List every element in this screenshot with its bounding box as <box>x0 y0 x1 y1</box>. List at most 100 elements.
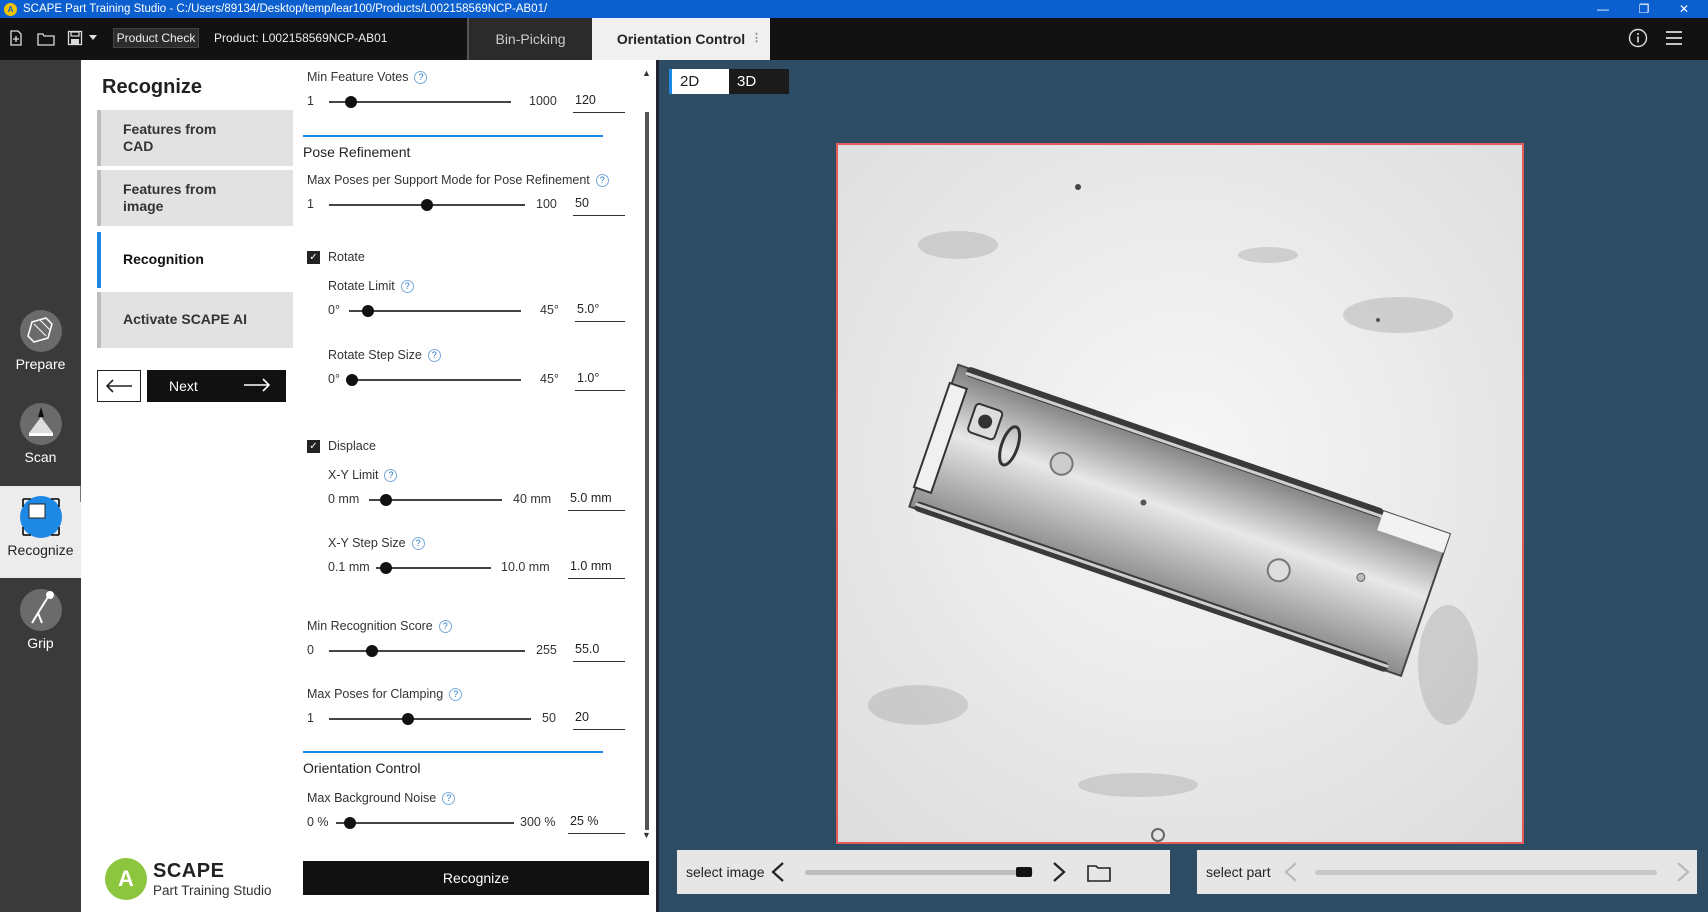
max-poses-clamping-slider[interactable] <box>329 718 531 720</box>
recognize-icon <box>19 496 62 538</box>
xy-step-label: X-Y Step Size? <box>328 536 425 551</box>
step-label: Recognition <box>123 251 204 268</box>
save-icon[interactable] <box>65 28 85 48</box>
slider-max: 255 <box>536 643 557 657</box>
displace-checkbox[interactable]: ✓ <box>307 440 320 453</box>
rail-label-grip: Grip <box>27 635 54 651</box>
slider-knob[interactable] <box>344 96 357 108</box>
next-part-icon[interactable] <box>1675 861 1691 883</box>
info-icon[interactable] <box>1628 28 1648 48</box>
rail-item-recognize[interactable]: Recognize <box>0 486 81 578</box>
step-sidebar: Recognize Features from CAD Features fro… <box>81 60 293 912</box>
app-window: A SCAPE Part Training Studio - C:/Users/… <box>0 0 1708 912</box>
help-icon[interactable]: ? <box>438 620 452 634</box>
max-poses-support-input[interactable]: 50 <box>573 190 625 216</box>
view-3d-button[interactable]: 3D <box>729 69 789 94</box>
min-recognition-score-label: Min Recognition Score? <box>307 619 452 634</box>
max-poses-clamping-input[interactable]: 20 <box>573 704 625 730</box>
slider-max: 45° <box>540 372 559 386</box>
view-2d-button[interactable]: 2D <box>669 69 729 94</box>
restore-icon[interactable]: ❐ <box>1624 0 1664 18</box>
recognize-button[interactable]: Recognize <box>303 861 649 895</box>
help-icon[interactable]: ? <box>442 792 456 806</box>
camera-image[interactable] <box>836 143 1524 844</box>
step-label: Features from CAD <box>123 120 217 155</box>
max-background-noise-slider[interactable] <box>336 822 514 824</box>
minimize-icon[interactable]: — <box>1583 0 1623 18</box>
scroll-down-icon[interactable]: ▼ <box>642 830 651 840</box>
scan-icon <box>19 403 62 445</box>
rail-label-recognize: Recognize <box>7 542 74 558</box>
rotate-checkbox[interactable]: ✓ <box>307 251 320 264</box>
section-divider <box>303 135 603 137</box>
logo-subtitle: Part Training Studio <box>153 883 272 898</box>
next-image-icon[interactable] <box>1051 861 1067 883</box>
close-icon[interactable]: ✕ <box>1664 0 1704 18</box>
rotate-limit-label: Rotate Limit? <box>328 279 414 294</box>
panel-scrollbar[interactable] <box>645 112 649 830</box>
slider-knob[interactable] <box>346 374 359 386</box>
image-slider-knob[interactable] <box>1015 867 1032 877</box>
recognition-parameters-panel: ▲ ▼ Min Feature Votes? 1 1000 120 Pose R… <box>293 60 656 912</box>
part-slider[interactable] <box>1315 870 1657 875</box>
menu-icon[interactable] <box>1664 28 1684 48</box>
rail-item-scan[interactable]: Scan <box>0 393 81 485</box>
back-button[interactable] <box>97 370 141 402</box>
slider-knob[interactable] <box>344 817 357 829</box>
new-file-icon[interactable] <box>6 28 26 48</box>
help-icon[interactable]: ? <box>427 349 441 363</box>
previous-part-icon[interactable] <box>1283 861 1299 883</box>
xy-step-slider[interactable] <box>376 567 491 569</box>
help-icon[interactable]: ? <box>449 688 463 702</box>
max-poses-clamping-label: Max Poses for Clamping? <box>307 687 463 702</box>
slider-knob[interactable] <box>421 199 433 211</box>
window-title: SCAPE Part Training Studio - C:/Users/89… <box>23 3 548 15</box>
step-features-from-image[interactable]: Features from image <box>97 170 293 226</box>
view-mode-toggle: 2D 3D <box>669 69 789 94</box>
slider-knob[interactable] <box>379 494 392 506</box>
tab-orientation-control[interactable]: Orientation Control ⋮ <box>592 18 770 60</box>
min-recognition-score-slider[interactable] <box>329 650 525 652</box>
image-slider[interactable] <box>805 870 1033 875</box>
slider-min: 0.1 mm <box>328 560 370 574</box>
step-features-from-cad[interactable]: Features from CAD <box>97 110 293 166</box>
slider-knob[interactable] <box>401 713 414 725</box>
arrow-left-icon <box>105 379 132 393</box>
xy-step-input[interactable]: 1.0 mm <box>568 553 625 579</box>
help-icon[interactable]: ? <box>595 174 609 188</box>
min-feature-votes-input[interactable]: 120 <box>573 87 625 113</box>
max-background-noise-input[interactable]: 25 % <box>568 808 625 834</box>
help-icon[interactable]: ? <box>384 469 398 483</box>
scroll-up-icon[interactable]: ▲ <box>642 68 651 78</box>
rotate-step-input[interactable]: 1.0° <box>575 365 625 391</box>
rotate-limit-input[interactable]: 5.0° <box>575 296 625 322</box>
min-recognition-score-input[interactable]: 55.0 <box>573 636 625 662</box>
rail-item-prepare[interactable]: Prepare <box>0 300 81 392</box>
step-recognition[interactable]: Recognition <box>97 232 293 288</box>
slider-knob[interactable] <box>366 645 379 657</box>
open-image-folder-icon[interactable] <box>1087 862 1111 882</box>
grip-icon <box>19 589 62 631</box>
scape-logo-icon: A <box>105 858 147 900</box>
min-feature-votes-label: Min Feature Votes? <box>307 70 428 85</box>
help-icon[interactable]: ? <box>400 280 414 294</box>
slider-knob[interactable] <box>380 562 393 574</box>
help-icon[interactable]: ? <box>411 537 425 551</box>
next-button[interactable]: Next <box>147 370 286 402</box>
previous-image-icon[interactable] <box>770 861 786 883</box>
rotate-label: Rotate <box>328 250 365 264</box>
slider-knob[interactable] <box>361 305 374 317</box>
rotate-step-slider[interactable] <box>349 379 521 381</box>
step-activate-scape-ai[interactable]: Activate SCAPE AI <box>97 292 293 348</box>
xy-limit-input[interactable]: 5.0 mm <box>568 485 625 511</box>
next-label: Next <box>169 378 198 394</box>
save-dropdown-icon[interactable] <box>86 28 100 48</box>
help-icon[interactable]: ? <box>414 71 428 85</box>
rotate-limit-slider[interactable] <box>349 310 521 312</box>
open-folder-icon[interactable] <box>36 28 56 48</box>
logo-name: SCAPE <box>153 860 225 882</box>
tab-bin-picking[interactable]: Bin-Picking <box>467 18 592 60</box>
rail-item-grip[interactable]: Grip <box>0 579 81 671</box>
slider-min: 0° <box>328 303 340 317</box>
product-check-button[interactable]: Product Check <box>113 28 199 48</box>
